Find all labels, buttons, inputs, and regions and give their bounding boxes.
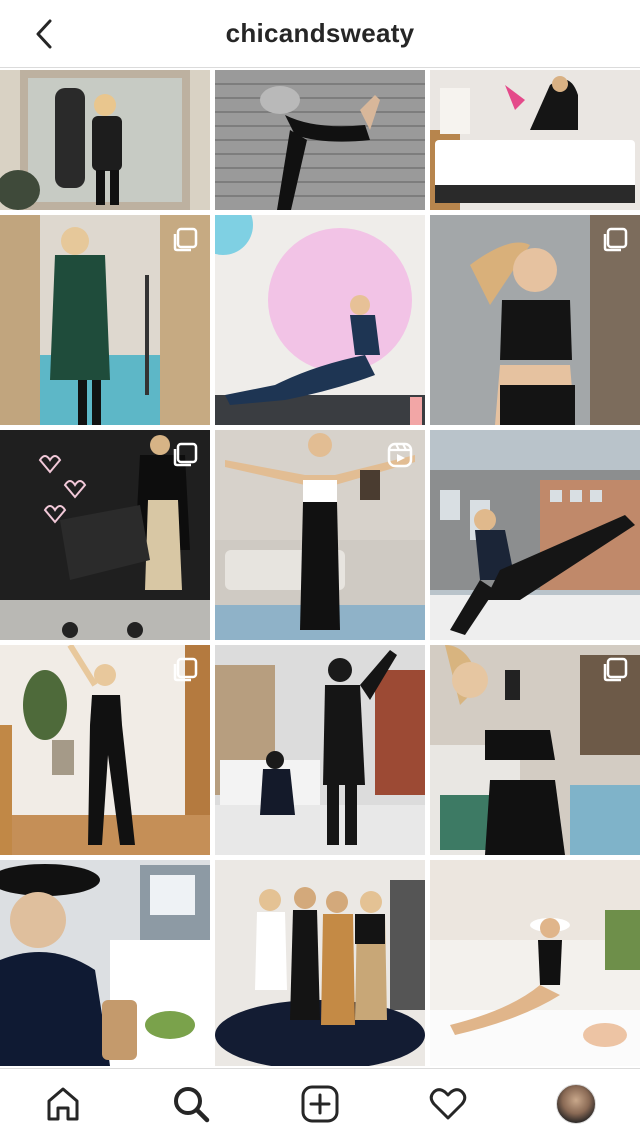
post-image [215, 645, 425, 855]
post-tile[interactable] [430, 215, 640, 425]
post-image [215, 215, 425, 425]
nav-search-button[interactable] [169, 1082, 213, 1126]
carousel-icon [173, 657, 198, 682]
post-image [430, 430, 640, 640]
post-image [0, 70, 210, 210]
nav-home-button[interactable] [41, 1082, 85, 1126]
post-tile[interactable] [215, 70, 425, 210]
top-bar: chicandsweaty [0, 0, 640, 68]
carousel-icon [603, 657, 628, 682]
post-image [215, 860, 425, 1066]
home-icon [47, 1087, 79, 1121]
carousel-icon [173, 442, 198, 467]
post-tile[interactable] [430, 430, 640, 640]
profile-avatar [556, 1084, 596, 1124]
profile-username-title: chicandsweaty [225, 18, 415, 48]
bottom-navigation [0, 1068, 640, 1138]
carousel-icon [603, 227, 628, 252]
post-tile[interactable] [0, 430, 210, 640]
post-tile[interactable] [430, 860, 640, 1066]
post-tile[interactable] [0, 645, 210, 855]
reels-icon [387, 442, 413, 468]
nav-new-post-button[interactable] [298, 1082, 342, 1126]
post-tile[interactable] [430, 70, 640, 210]
nav-activity-button[interactable] [426, 1082, 470, 1126]
post-tile[interactable] [215, 860, 425, 1066]
nav-profile-button[interactable] [554, 1082, 598, 1126]
search-icon [174, 1087, 210, 1123]
post-tile[interactable] [0, 860, 210, 1066]
post-tile[interactable] [215, 645, 425, 855]
post-image [0, 860, 210, 1066]
post-image [215, 70, 425, 210]
add-post-icon [301, 1085, 339, 1123]
post-tile[interactable] [0, 215, 210, 425]
post-tile[interactable] [430, 645, 640, 855]
post-image [430, 70, 640, 210]
post-tile[interactable] [215, 215, 425, 425]
post-tile[interactable] [0, 70, 210, 210]
posts-grid [0, 70, 640, 1066]
post-image [430, 860, 640, 1066]
carousel-icon [173, 227, 198, 252]
post-tile[interactable] [215, 430, 425, 640]
heart-icon [429, 1088, 467, 1120]
